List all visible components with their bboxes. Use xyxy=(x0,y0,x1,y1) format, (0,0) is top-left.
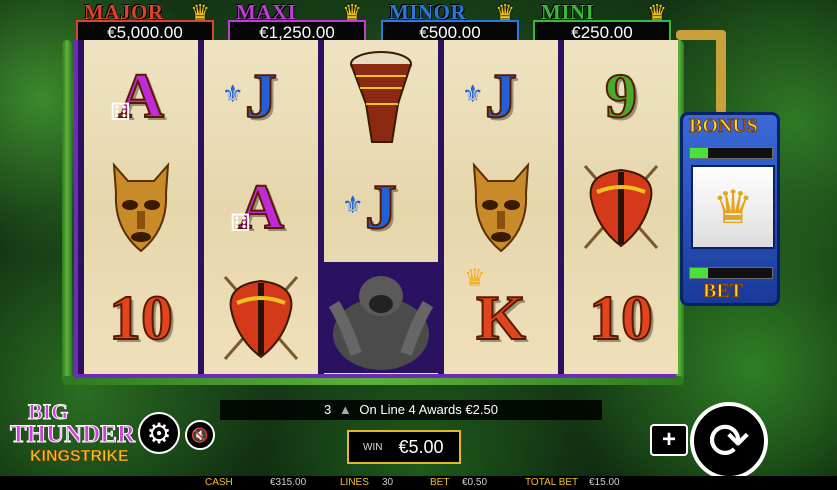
bonus-progress-bottom xyxy=(689,267,773,279)
crown-icon: ♛ xyxy=(712,181,754,233)
symbol-ten: 10 xyxy=(84,262,198,373)
symbol-ten-label: 10 xyxy=(108,281,174,354)
jackpot-maxi: MAXI ♛ €1,250.00 xyxy=(228,0,366,46)
reel-5: 9 10 xyxy=(564,40,678,374)
settings-button[interactable]: ⚙ xyxy=(138,412,180,454)
reel-grid: A ⚅ 10 J ⚜ A ⚅ J ⚜ J ⚜ K ♛ 9 10 xyxy=(74,40,678,378)
symbol-tribal-mask xyxy=(84,151,198,262)
bet-plus-button[interactable]: + xyxy=(650,424,688,456)
logo-line-1: BIG xyxy=(28,399,69,424)
tribal-shield-icon xyxy=(223,275,299,360)
symbol-nine-label: 9 xyxy=(604,59,638,132)
symbol-jack-letter: J xyxy=(484,59,518,132)
symbol-jack: J ⚜ xyxy=(204,40,318,151)
tribal-shield-icon xyxy=(583,164,659,249)
win-label: WIN xyxy=(363,441,383,453)
symbol-ten-label: 10 xyxy=(588,281,654,354)
tribal-mask-icon xyxy=(112,162,170,253)
reel-2: J ⚜ A ⚅ xyxy=(204,40,318,374)
symbol-jack-letter: J xyxy=(244,59,278,132)
win-display: WIN €5.00 xyxy=(347,430,461,464)
lines-label: LINES xyxy=(340,477,369,488)
fleur-de-lis-icon: ⚜ xyxy=(462,81,484,108)
vine-left xyxy=(62,40,72,385)
symbol-jack: J ⚜ xyxy=(324,151,438,262)
symbol-tribal-mask xyxy=(444,151,558,262)
symbol-nine: 9 xyxy=(564,40,678,151)
total-bet-label: TOTAL BET xyxy=(525,477,579,488)
fleur-de-lis-icon: ⚜ xyxy=(222,81,244,108)
fleur-de-lis-icon: ⚜ xyxy=(342,192,364,219)
sound-off-icon: 🔇 xyxy=(191,426,209,443)
symbol-king: K ♛ xyxy=(444,262,558,373)
cash-label: CASH xyxy=(205,477,233,488)
bonus-reel-window: ♛ xyxy=(691,165,775,249)
jackpot-mini: MINI ♛ €250.00 xyxy=(533,0,671,46)
reel-4: J ⚜ K ♛ xyxy=(444,40,558,374)
symbol-gorilla xyxy=(324,262,438,373)
bonus-pipe-down xyxy=(716,30,726,114)
reel-1: A ⚅ 10 xyxy=(84,40,198,374)
symbol-jack: J ⚜ xyxy=(444,40,558,151)
bonus-bet-label: BET xyxy=(702,280,744,303)
tribal-mask-icon xyxy=(472,162,530,253)
win-line-message: 3 ▲ On Line 4 Awards €2.50 xyxy=(220,400,602,420)
dice-icon: ⚅ xyxy=(230,210,251,237)
lines-value: 30 xyxy=(382,477,394,488)
logo-line-3: KINGSTRIKE xyxy=(30,448,129,466)
bonus-meter: BONUS ♛ BET xyxy=(680,112,780,306)
total-bet-value: €15.00 xyxy=(589,477,620,488)
win-value: €5.00 xyxy=(398,436,444,457)
symbol-jack-letter: J xyxy=(364,170,398,243)
jackpot-minor: MINOR ♛ €500.00 xyxy=(381,0,519,46)
jackpot-major: MAJOR ♛ €5,000.00 xyxy=(76,0,214,46)
spin-icon: ⟳ xyxy=(708,413,750,469)
bonus-title: BONUS xyxy=(689,115,759,138)
spin-button[interactable]: ⟳ xyxy=(690,402,768,480)
crown-icon: ♛ xyxy=(464,265,486,292)
symbol-ace: A ⚅ xyxy=(84,40,198,151)
gorilla-small-icon: ▲ xyxy=(338,402,352,417)
win-symbol-count: 3 xyxy=(324,402,332,417)
gorilla-icon xyxy=(328,275,434,370)
reel-3: J ⚜ xyxy=(324,40,438,374)
logo-line-2: THUNDER xyxy=(10,421,136,448)
symbol-drum xyxy=(324,40,438,151)
symbol-ten: 10 xyxy=(564,262,678,373)
bonus-progress-top xyxy=(689,147,773,159)
symbol-shield xyxy=(204,262,318,373)
cash-value: €315.00 xyxy=(270,477,307,488)
game-logo: BIG THUNDER KINGSTRIKE xyxy=(10,399,150,466)
gear-icon: ⚙ xyxy=(146,417,172,449)
symbol-ace: A ⚅ xyxy=(204,151,318,262)
djembe-drum-icon xyxy=(350,50,412,143)
dice-icon: ⚅ xyxy=(110,99,131,126)
plus-icon: + xyxy=(661,426,676,453)
win-message-text: On Line 4 Awards €2.50 xyxy=(359,402,498,417)
status-bar: CASH €315.00 LINES 30 BET €0.50 TOTAL BE… xyxy=(0,476,837,490)
sound-button[interactable]: 🔇 xyxy=(185,420,215,450)
symbol-shield xyxy=(564,151,678,262)
bet-label: BET xyxy=(430,477,450,488)
bet-value: €0.50 xyxy=(462,477,488,488)
